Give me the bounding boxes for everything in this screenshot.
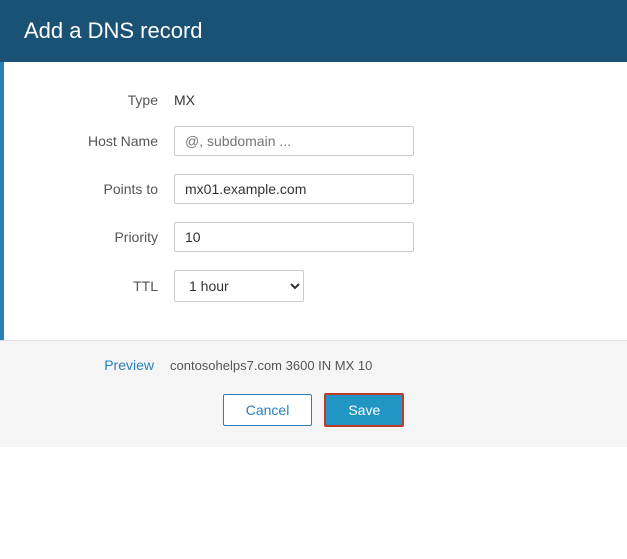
preview-section: Preview contosohelps7.com 3600 IN MX 10 …: [0, 340, 627, 447]
preview-label: Preview: [60, 357, 170, 373]
hostname-input[interactable]: [174, 126, 414, 156]
form-container: Type MX Host Name Points to Priority TTL…: [0, 62, 627, 340]
ttl-row: TTL Automatic 30 minutes 1 hour 6 hours …: [64, 270, 567, 302]
ttl-select[interactable]: Automatic 30 minutes 1 hour 6 hours 12 h…: [174, 270, 304, 302]
type-row: Type MX: [64, 92, 567, 108]
points-to-label: Points to: [64, 181, 174, 197]
points-to-input[interactable]: [174, 174, 414, 204]
priority-input[interactable]: [174, 222, 414, 252]
ttl-label: TTL: [64, 278, 174, 294]
priority-label: Priority: [64, 229, 174, 245]
preview-value: contosohelps7.com 3600 IN MX 10: [170, 358, 372, 373]
hostname-row: Host Name: [64, 126, 567, 156]
button-row: Cancel Save: [60, 389, 567, 427]
cancel-button[interactable]: Cancel: [223, 394, 313, 426]
points-to-row: Points to: [64, 174, 567, 204]
type-label: Type: [64, 92, 174, 108]
save-button[interactable]: Save: [324, 393, 404, 427]
hostname-label: Host Name: [64, 133, 174, 149]
type-value: MX: [174, 92, 195, 108]
preview-row: Preview contosohelps7.com 3600 IN MX 10: [60, 357, 567, 373]
priority-row: Priority: [64, 222, 567, 252]
page-title: Add a DNS record: [24, 18, 603, 44]
header: Add a DNS record: [0, 0, 627, 62]
